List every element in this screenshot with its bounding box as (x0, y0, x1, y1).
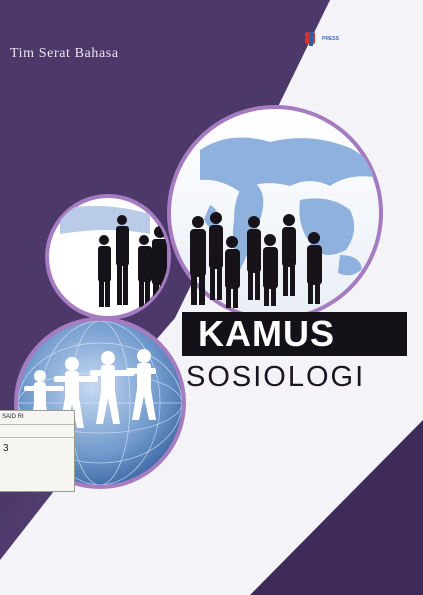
label-divider (0, 424, 74, 425)
label-divider (0, 437, 74, 438)
book-title-line1: KAMUS (198, 313, 335, 354)
book-title-line2: SOSIOLOGI (186, 361, 366, 393)
cover-artwork (0, 0, 423, 595)
library-label-line1: SAID RI (2, 414, 24, 420)
library-call-number-label: SAID RI 3 (0, 410, 75, 492)
book-cover: Tim Serat Bahasa PRESS KAMUS SOSIOLOGI S… (0, 0, 423, 595)
left-circle (45, 194, 171, 320)
publisher-name: PRESS (322, 36, 339, 42)
library-label-line2: 3 (3, 443, 9, 454)
author-name: Tim Serat Bahasa (10, 46, 119, 61)
